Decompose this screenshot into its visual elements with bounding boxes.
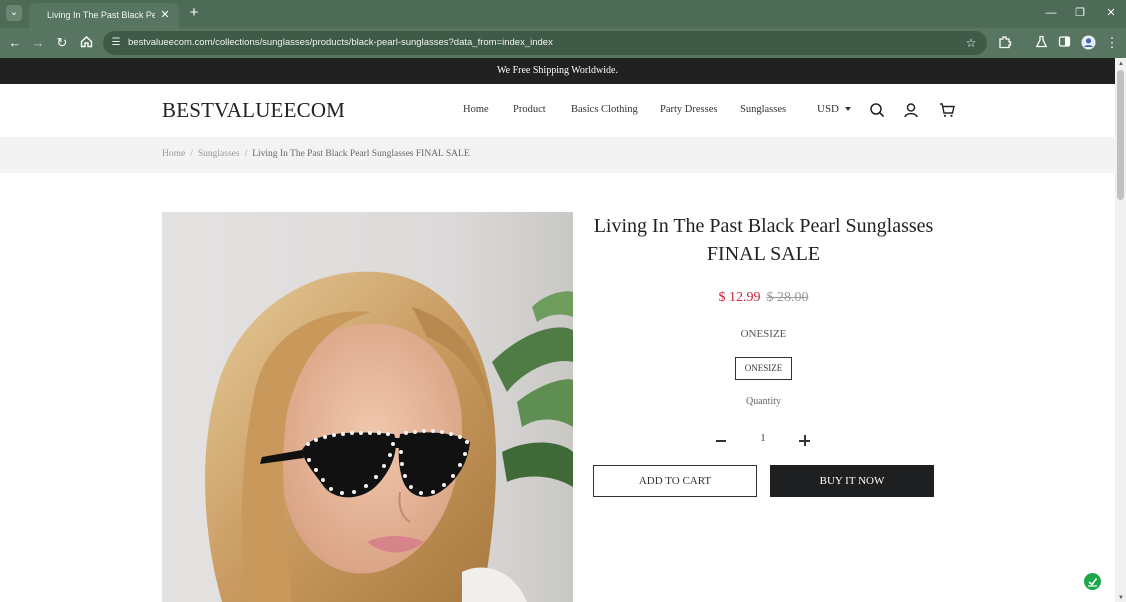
site-header: BESTVALUEECOM Home Product Basics Clothi… [0,84,1115,137]
site-logo[interactable]: BESTVALUEECOM [162,98,345,123]
site-settings-icon[interactable]: ☰ [109,36,123,50]
extensions-icon[interactable] [997,35,1013,51]
forward-icon[interactable]: → [30,35,46,51]
nav-party-dresses[interactable]: Party Dresses [660,104,717,115]
quantity-decrease-icon[interactable] [716,440,726,442]
browser-tab[interactable]: Living In The Past Black Pearl Sunglasse… [29,3,179,28]
product-title-line1: Living In The Past Black Pearl Sunglasse… [593,215,934,237]
tab-title: Living In The Past Black Pearl Sunglasse… [47,10,155,20]
page-scrollbar[interactable]: ▲ ▼ [1115,58,1126,602]
reload-icon[interactable]: ↻ [54,35,70,51]
breadcrumb-bar: Home / Sunglasses / Living In The Past Black… [0,137,1115,173]
nav-basics-clothing[interactable]: Basics Clothing [571,104,638,115]
browser-tabstrip: ⌄ Living In The Past Black Pearl Sunglas… [0,0,1126,28]
search-icon[interactable] [869,102,885,118]
breadcrumb-separator: / [190,149,193,159]
home-icon[interactable] [78,35,94,51]
scroll-up-icon[interactable]: ▲ [1118,61,1124,67]
sale-price: $ 12.99 [718,290,761,305]
breadcrumb-separator: / [244,149,248,159]
quantity-stepper: 1 [593,431,934,451]
scroll-thumb[interactable] [1117,70,1124,200]
floating-chat-widget-icon[interactable] [1084,573,1101,590]
product-info: Living In The Past Black Pearl Sunglasse… [593,212,934,497]
size-option-onesize[interactable]: ONESIZE [735,357,792,380]
caret-down-icon [845,107,852,112]
quantity-label: Quantity [746,396,781,407]
currency-label: USD [817,103,840,115]
product-title-line2: FINAL SALE [706,243,821,265]
breadcrumb-current: Living In The Past Black Pearl Sunglasse… [252,149,470,159]
address-bar[interactable]: ☰ bestvalueecom.com/collections/sunglass… [103,31,987,55]
product-image[interactable] [162,212,573,602]
quantity-increase-icon[interactable] [799,435,810,446]
webpage: We Free Shipping Worldwide. BESTVALUEECO… [0,58,1115,602]
announcement-bar: We Free Shipping Worldwide. [0,58,1115,84]
account-icon[interactable] [903,102,919,118]
scroll-down-icon[interactable]: ▼ [1118,595,1124,601]
back-icon[interactable]: ← [7,35,23,51]
browser-menu-icon[interactable]: ⋮ [1104,35,1120,51]
product-title: Living In The Past Black Pearl Sunglasse… [593,212,934,268]
minimize-icon[interactable]: — [1044,6,1058,20]
url-text: bestvalueecom.com/collections/sunglasses… [128,37,553,48]
currency-selector[interactable]: USD [817,103,852,115]
buy-it-now-button[interactable]: BUY IT NOW [770,465,934,497]
tab-close-icon[interactable]: ✕ [159,9,171,21]
side-panel-icon[interactable] [1056,35,1072,51]
nav-product[interactable]: Product [513,104,546,115]
add-to-cart-button[interactable]: ADD TO CART [593,465,757,497]
size-label: ONESIZE [740,328,787,340]
browser-toolbar: ← → ↻ ☰ bestvalueecom.com/collections/su… [0,28,1126,58]
close-window-icon[interactable]: ✕ [1104,6,1118,20]
profile-avatar-icon[interactable] [1080,35,1096,51]
quantity-value[interactable]: 1 [753,433,773,444]
breadcrumb-sunglasses[interactable]: Sunglasses [198,149,240,159]
labs-flask-icon[interactable] [1033,35,1049,51]
price-row: $ 12.99 $ 28.00 [593,290,934,306]
tab-search-chevron-icon[interactable]: ⌄ [6,5,22,21]
restore-icon[interactable]: ❐ [1073,6,1087,20]
nav-home[interactable]: Home [463,104,489,115]
new-tab-icon[interactable]: + [186,5,202,21]
bookmark-star-icon[interactable]: ☆ [963,35,979,51]
nav-sunglasses[interactable]: Sunglasses [740,104,786,115]
breadcrumb-home[interactable]: Home [162,149,185,159]
original-price: $ 28.00 [766,290,809,305]
breadcrumb: Home / Sunglasses / Living In The Past Black… [162,149,470,159]
cart-icon[interactable] [939,102,955,118]
